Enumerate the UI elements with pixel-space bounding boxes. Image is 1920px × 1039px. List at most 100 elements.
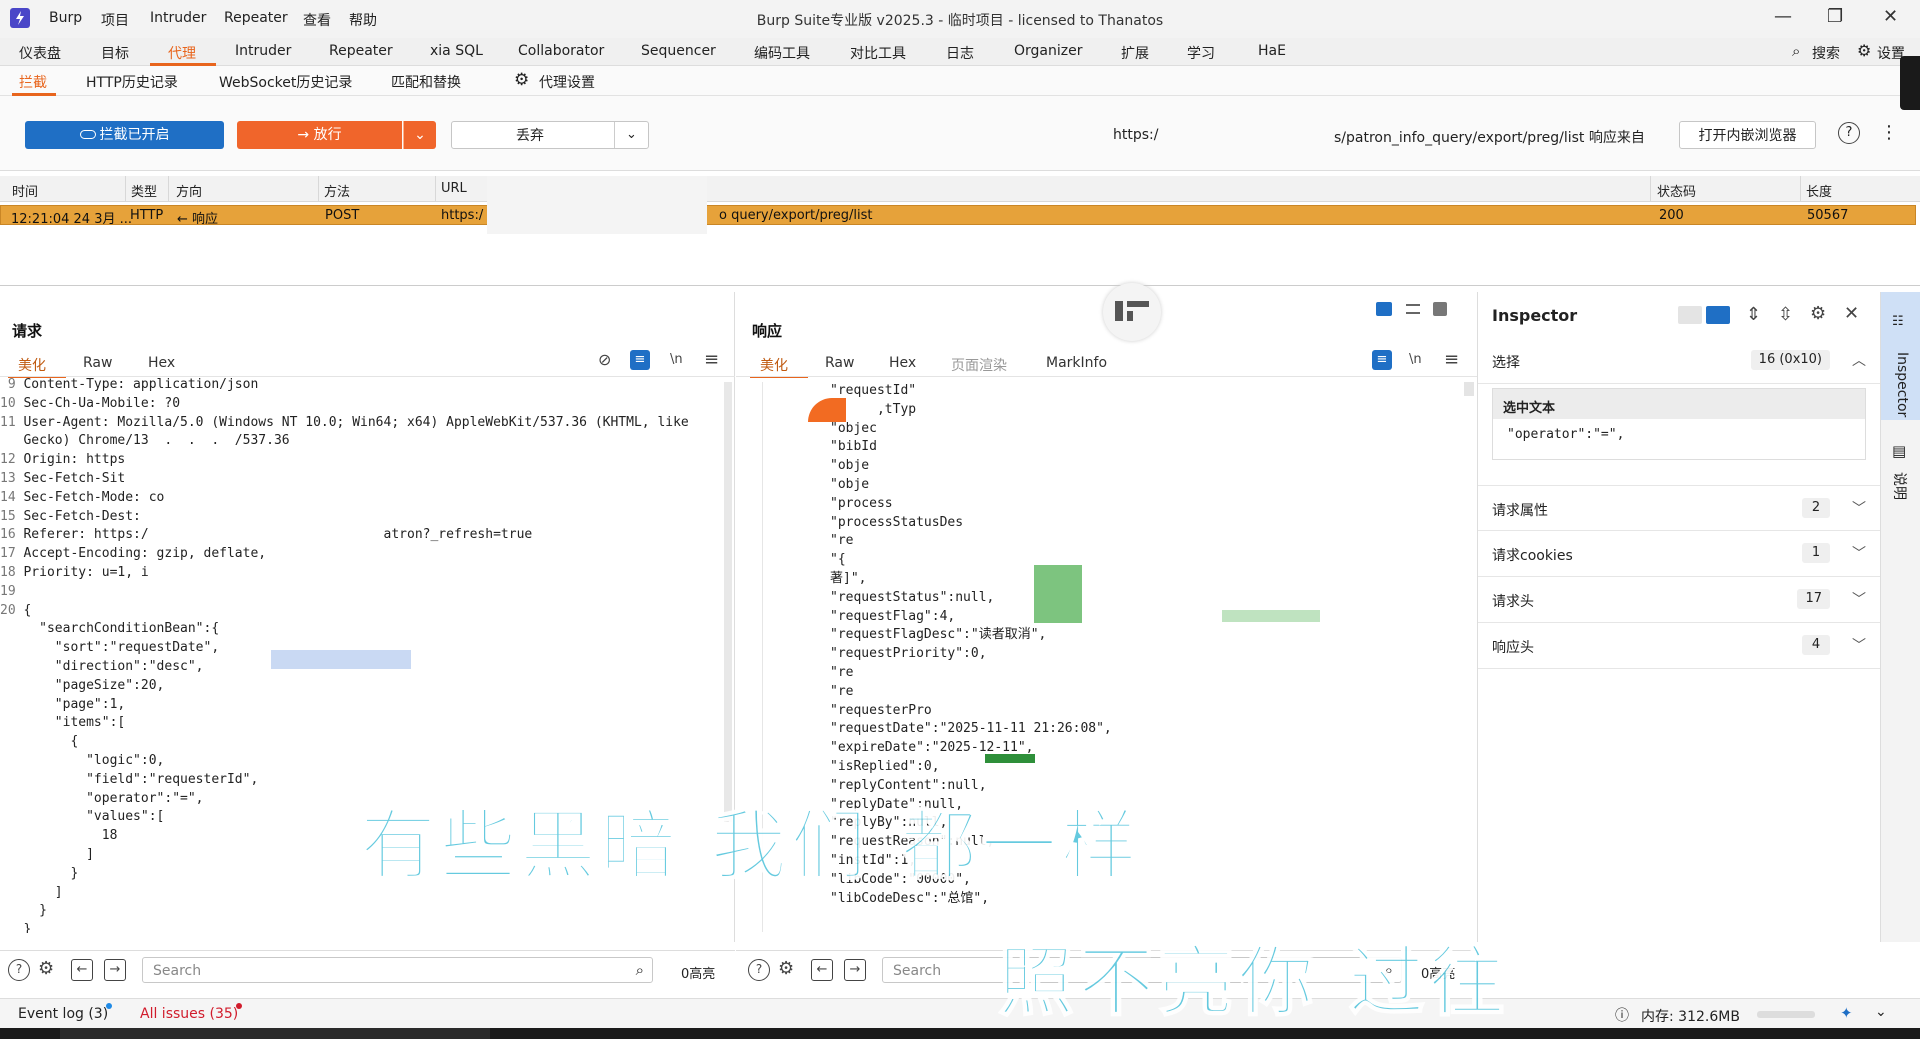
intercept-toggle-button[interactable]: 拦截已开启 [25,121,224,149]
global-search-button[interactable]: 搜索 [1812,43,1840,63]
tab-websocket-history[interactable]: WebSocket历史记录 [219,72,352,92]
edge-handle[interactable] [1900,56,1920,110]
chevron-down-icon[interactable]: ﹀ [1852,498,1866,518]
search-icon[interactable]: ⌕ [636,961,644,979]
orange-blob [808,398,846,422]
request-search-input[interactable]: Search ⌕ [142,957,653,983]
toggle-icon [79,130,96,139]
newline-icon[interactable]: \n [670,352,683,367]
tab-proxy[interactable]: 代理 [168,43,196,63]
arrow-left-icon[interactable]: ← [811,959,833,981]
expand-all-icon[interactable]: ⇕ [1746,304,1761,325]
tab-http-history[interactable]: HTTP历史记录 [86,72,178,92]
tab-repeater[interactable]: Repeater [329,43,393,59]
tab-match-replace[interactable]: 匹配和替换 [391,72,461,92]
menu-icon[interactable]: ≡ [704,349,719,370]
open-browser-button[interactable]: 打开内嵌浏览器 [1679,121,1816,149]
tab-pretty[interactable]: 美化 [18,355,46,375]
request-headers-section[interactable]: 请求头 17 ﹀ [1478,577,1880,623]
more-options-icon[interactable]: ⋮ [1880,122,1898,143]
response-headers-section[interactable]: 响应头 4 ﹀ [1478,623,1880,669]
collapse-all-icon[interactable]: ⇳ [1778,304,1793,325]
tab-collaborator[interactable]: Collaborator [518,43,604,59]
tab-extensions[interactable]: 扩展 [1121,43,1149,63]
table-row[interactable]: 12:21:04 24 3月 ... HTTP ← 响应 POST https:… [0,205,1916,227]
arrow-right-icon[interactable]: → [104,959,126,981]
sidebar-tab-inspector[interactable]: ☷ Inspector [1881,292,1920,420]
drop-dropdown-button[interactable]: ⌄ [614,122,648,148]
tab-comparer[interactable]: 对比工具 [850,43,906,63]
col-direction[interactable]: 方向 [176,181,202,200]
tab-hex[interactable]: Hex [889,355,916,371]
forward-button[interactable]: → 放行 [237,121,402,149]
sidebar-tab-notes[interactable]: ▤ 说明 [1881,442,1920,522]
forward-dropdown-button[interactable]: ⌄ [403,121,436,149]
tab-raw[interactable]: Raw [825,355,854,371]
wrap-lines-icon[interactable]: ≡ [1372,350,1392,370]
help-icon[interactable]: ? [1838,122,1860,144]
tab-render[interactable]: 页面渲染 [951,355,1007,375]
help-icon[interactable]: ? [8,959,30,981]
tab-proxy-settings[interactable]: 代理设置 [539,72,595,92]
tab-logger[interactable]: 日志 [946,43,974,63]
tab-organizer[interactable]: Organizer [1014,43,1082,59]
close-window-icon[interactable]: ✕ [1883,6,1898,27]
wrap-lines-icon[interactable]: ≡ [630,350,650,370]
tab-hae[interactable]: HaE [1258,43,1286,59]
arrow-left-icon[interactable]: ← [71,959,93,981]
col-type[interactable]: 类型 [131,181,157,200]
all-issues-link[interactable]: All issues (35) [140,1006,238,1022]
chevron-down-icon[interactable]: ⌄ [1875,1004,1887,1020]
col-length[interactable]: 长度 [1806,181,1832,200]
event-log-link[interactable]: Event log (3) [18,1006,108,1022]
tab-decoder[interactable]: 编码工具 [754,43,810,63]
tab-sequencer[interactable]: Sequencer [641,43,716,59]
layout-split-icon[interactable] [1376,302,1392,316]
close-icon[interactable]: ✕ [1844,303,1859,324]
gear-icon[interactable]: ⚙ [38,958,54,979]
menu-icon[interactable]: ≡ [1444,349,1459,370]
restore-icon[interactable]: ❐ [1827,6,1843,27]
layout-single-icon[interactable] [1433,302,1447,316]
selection-section[interactable]: 选择 16 (0x10) ︿ [1478,338,1880,384]
chevron-down-icon[interactable]: ﹀ [1852,543,1866,563]
tab-target[interactable]: 目标 [101,43,129,63]
request-attributes-section[interactable]: 请求属性 2 ﹀ [1478,485,1880,531]
tab-dashboard[interactable]: 仪表盘 [19,43,61,63]
section-label: 请求cookies [1492,548,1573,564]
gear-icon[interactable]: ⚙ [1857,41,1871,60]
minimize-icon[interactable]: — [1774,6,1792,27]
tab-xia-sql[interactable]: xia SQL [430,43,483,59]
col-url[interactable]: URL [441,181,467,196]
chevron-up-icon[interactable]: ︿ [1852,350,1866,370]
gear-icon[interactable]: ⚙ [514,70,529,90]
request-cookies-section[interactable]: 请求cookies 1 ﹀ [1478,531,1880,577]
floating-logo-icon[interactable] [1103,283,1161,341]
tab-intruder[interactable]: Intruder [235,43,291,59]
chevron-down-icon[interactable]: ﹀ [1852,635,1866,655]
scrollbar[interactable] [724,382,732,822]
tab-markinfo[interactable]: MarkInfo [1046,355,1107,371]
arrow-right-icon[interactable]: → [844,959,866,981]
search-icon[interactable]: ⌕ [1792,42,1800,60]
tab-raw[interactable]: Raw [83,355,112,371]
col-method[interactable]: 方法 [324,181,350,200]
tab-learn[interactable]: 学习 [1187,43,1215,63]
layout-horizontal-icon[interactable] [1406,304,1420,314]
tab-hex[interactable]: Hex [148,355,175,371]
scrollbar[interactable] [1464,382,1474,396]
gear-icon[interactable]: ⚙ [778,958,794,979]
layout-right-icon[interactable] [1706,306,1730,324]
tab-intercept[interactable]: 拦截 [19,72,47,92]
hide-eye-icon[interactable]: ⊘ [598,350,611,369]
tab-pretty[interactable]: 美化 [760,355,788,375]
line-number [0,678,23,693]
gear-icon[interactable]: ⚙ [1810,303,1826,324]
col-status[interactable]: 状态码 [1657,181,1696,200]
help-icon[interactable]: ? [748,959,770,981]
col-time[interactable]: 时间 [12,181,38,200]
newline-icon[interactable]: \n [1409,352,1422,367]
ai-sparkle-icon[interactable]: ✦ [1840,1004,1853,1022]
chevron-down-icon[interactable]: ﹀ [1852,589,1866,609]
layout-left-icon[interactable] [1678,306,1702,324]
